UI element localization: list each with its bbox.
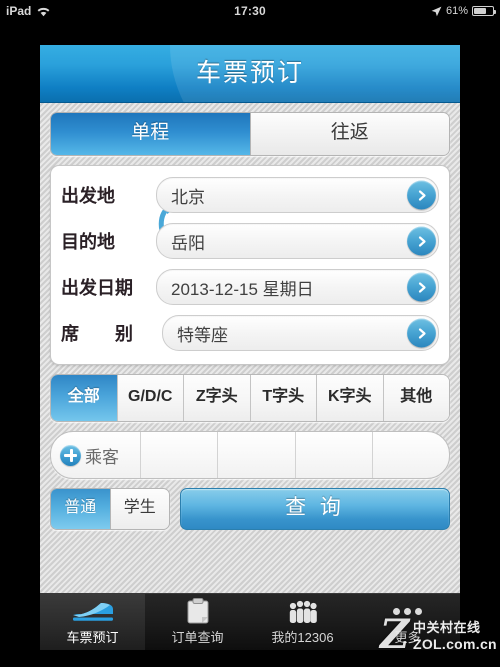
battery-percent-label: 61% — [445, 5, 468, 17]
tab-label: 车票预订 — [66, 630, 119, 645]
device-screen: iPad 17:30 61% 车票预订 单程 往返 出发地 北京 目的地 岳阳 … — [0, 0, 500, 667]
label-departure-date: 出发日期 — [61, 278, 133, 298]
passenger-slot[interactable] — [140, 432, 217, 478]
booking-form-card: 出发地 北京 目的地 岳阳 出发日期 2013-12-15 星期日 席 别 特等… — [50, 165, 450, 365]
origin-field[interactable]: 北京 — [156, 177, 439, 213]
chevron-right-icon[interactable] — [407, 318, 436, 348]
label-destination: 目的地 — [61, 232, 115, 252]
clipboard-icon — [186, 598, 210, 624]
passenger-slot[interactable] — [217, 432, 294, 478]
tab-my-12306[interactable]: 我的12306 — [250, 594, 355, 650]
label-origin: 出发地 — [61, 186, 115, 206]
train-type-other[interactable]: 其他 — [382, 375, 449, 421]
train-icon — [71, 598, 115, 624]
tab-label: 订单查询 — [171, 630, 224, 645]
seat-class-field[interactable]: 特等座 — [162, 315, 439, 351]
origin-value: 北京 — [171, 187, 205, 207]
train-type-all[interactable]: 全部 — [51, 375, 117, 421]
departure-date-field[interactable]: 2013-12-15 星期日 — [156, 269, 439, 305]
dot — [393, 607, 400, 615]
dot — [404, 607, 411, 615]
form-row-seat-class: 席 别 特等座 — [61, 310, 439, 356]
search-button[interactable]: 查 询 — [180, 488, 450, 530]
more-dots-icon — [393, 598, 422, 624]
form-row-origin: 出发地 北京 — [61, 172, 439, 218]
passenger-slot[interactable] — [294, 432, 372, 478]
dots-group — [393, 598, 422, 624]
tab-order-query[interactable]: 订单查询 — [145, 594, 250, 650]
form-row-date: 出发日期 2013-12-15 星期日 — [61, 264, 439, 310]
train-type-k[interactable]: K字头 — [316, 375, 383, 421]
tab-ticket-booking[interactable]: 车票预订 — [40, 594, 145, 650]
train-type-gdc[interactable]: G/D/C — [116, 375, 183, 421]
destination-value: 岳阳 — [171, 233, 205, 253]
destination-field[interactable]: 岳阳 — [156, 223, 439, 259]
passenger-row: 乘客 — [50, 431, 450, 479]
chevron-right-icon[interactable] — [407, 272, 436, 302]
form-row-destination: 目的地 岳阳 — [61, 218, 439, 264]
bottom-tab-bar: 车票预订 订单查询 我的12306 更多 — [40, 593, 460, 650]
train-type-z[interactable]: Z字头 — [183, 375, 250, 421]
seat-class-value: 特等座 — [177, 325, 228, 345]
dot — [415, 607, 422, 615]
battery-icon — [472, 6, 496, 16]
tab-label: 更多 — [394, 630, 421, 645]
location-arrow-icon — [431, 6, 442, 17]
chevron-right-icon[interactable] — [407, 180, 436, 210]
plus-circle-icon — [60, 444, 81, 466]
status-bar-clock: 17:30 — [234, 4, 266, 18]
tab-round-trip[interactable]: 往返 — [249, 113, 449, 155]
passenger-type-toggle[interactable]: 普通 学生 — [50, 488, 170, 530]
battery-fill — [474, 8, 487, 14]
status-bar-right: 61% — [431, 0, 496, 22]
people-icon — [288, 598, 318, 624]
add-passenger-label: 乘客 — [85, 447, 119, 467]
departure-date-value: 2013-12-15 星期日 — [171, 279, 314, 299]
app-container: 车票预订 单程 往返 出发地 北京 目的地 岳阳 出发日期 2013-12-15… — [40, 45, 460, 593]
tab-more[interactable]: 更多 — [355, 594, 460, 650]
label-seat-class: 席 别 — [61, 324, 133, 344]
passenger-slot[interactable] — [371, 432, 449, 478]
status-bar: iPad 17:30 61% — [0, 0, 500, 22]
page-title: 车票预订 — [195, 59, 304, 87]
train-type-filter[interactable]: 全部 G/D/C Z字头 T字头 K字头 其他 — [50, 374, 450, 422]
trip-type-tabs[interactable]: 单程 往返 — [50, 112, 450, 156]
app-header: 车票预订 — [40, 45, 460, 103]
tab-label: 我的12306 — [271, 630, 334, 645]
tab-one-way[interactable]: 单程 — [51, 113, 250, 155]
passenger-type-student[interactable]: 学生 — [109, 489, 169, 529]
add-passenger-button[interactable]: 乘客 — [51, 432, 140, 478]
chevron-right-icon[interactable] — [407, 226, 436, 256]
passenger-type-regular[interactable]: 普通 — [51, 489, 110, 529]
train-type-t[interactable]: T字头 — [249, 375, 316, 421]
action-row: 普通 学生 查 询 — [50, 488, 450, 530]
